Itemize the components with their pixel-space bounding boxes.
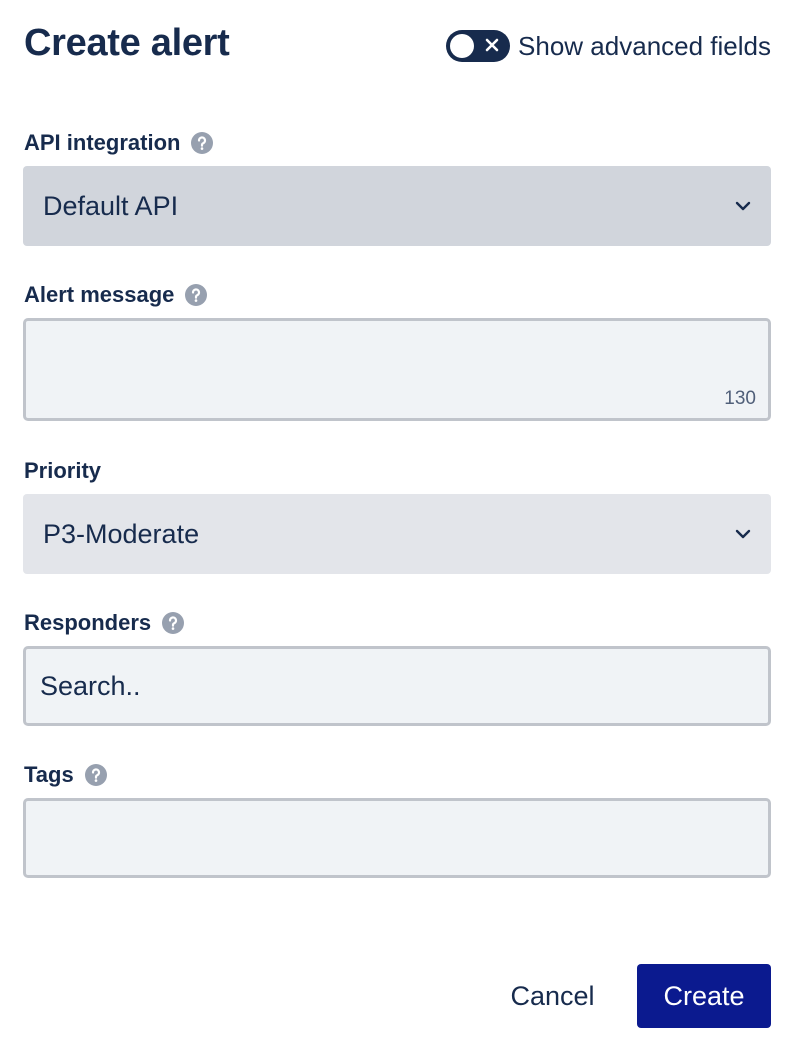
create-button[interactable]: Create (637, 964, 771, 1028)
responders-label-row: Responders (24, 610, 185, 636)
alert-message-label: Alert message (24, 282, 175, 307)
character-counter: 130 (724, 388, 756, 409)
help-icon[interactable] (184, 283, 208, 307)
help-icon[interactable] (161, 611, 185, 635)
advanced-fields-toggle-row: Show advanced fields (446, 30, 771, 62)
help-icon[interactable] (84, 763, 108, 787)
priority-select[interactable]: P3-Moderate (23, 494, 771, 574)
cancel-button[interactable]: Cancel (490, 965, 615, 1028)
api-integration-label: API integration (24, 130, 181, 155)
page-title: Create alert (24, 22, 230, 64)
close-icon (485, 38, 499, 52)
priority-label-row: Priority (24, 458, 101, 484)
api-integration-value: Default API (43, 190, 179, 221)
help-icon[interactable] (190, 131, 214, 155)
responders-label: Responders (24, 610, 152, 635)
tags-input[interactable] (23, 798, 771, 878)
toggle-knob (450, 34, 475, 58)
priority-label: Priority (24, 458, 102, 483)
api-integration-select[interactable]: Default API (23, 166, 771, 246)
chevron-down-icon (735, 201, 751, 211)
alert-message-label-row: Alert message (24, 282, 208, 308)
alert-message-textarea[interactable]: 130 (23, 318, 771, 421)
responders-search-input[interactable]: Search.. (23, 646, 771, 726)
priority-value: P3-Moderate (43, 518, 200, 549)
advanced-fields-toggle[interactable] (446, 30, 511, 62)
api-integration-label-row: API integration (24, 130, 214, 156)
responders-placeholder: Search.. (40, 671, 141, 701)
create-alert-dialog: Create alert Show advanced fields API in… (0, 0, 793, 1050)
tags-label: Tags (24, 762, 74, 787)
chevron-down-icon (735, 529, 751, 539)
tags-label-row: Tags (24, 762, 108, 788)
advanced-fields-label: Show advanced fields (518, 30, 771, 61)
